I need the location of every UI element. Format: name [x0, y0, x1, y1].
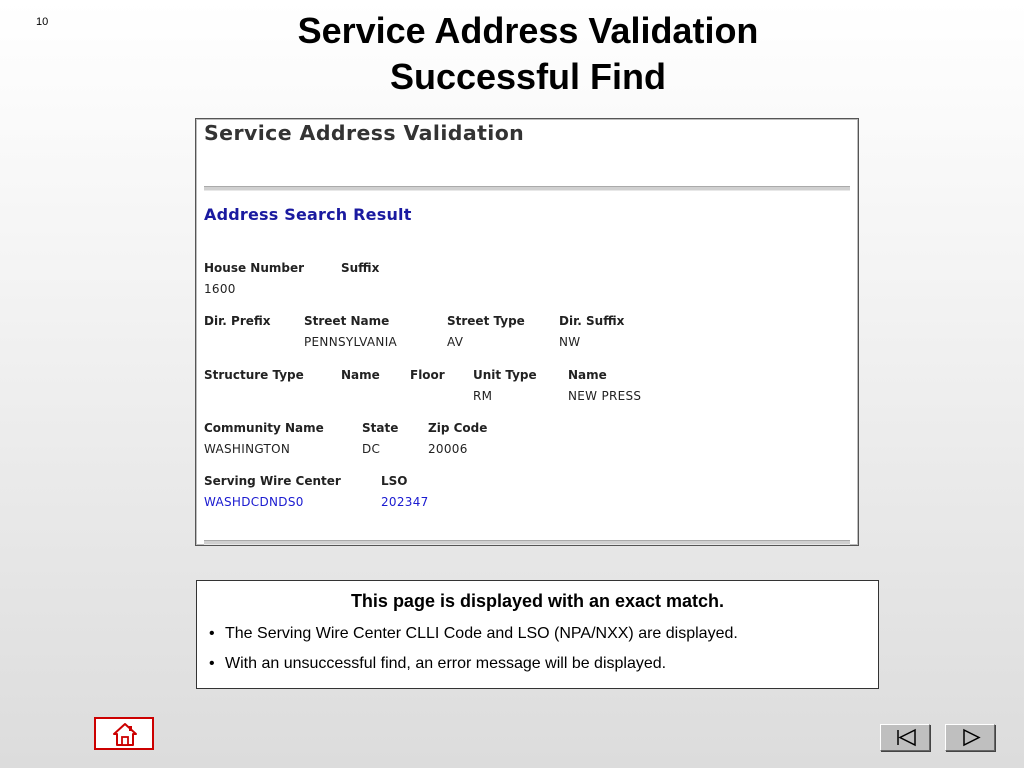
value-street-name: PENNSYLVANIA: [304, 335, 398, 349]
home-button[interactable]: [94, 717, 154, 750]
label-structure-type: Structure Type: [204, 368, 304, 382]
previous-slide-button[interactable]: [880, 724, 930, 751]
skip-back-icon: [897, 728, 916, 747]
label-zip-code: Zip Code: [428, 421, 488, 435]
value-community-name: WASHINGTON: [204, 442, 291, 456]
home-icon: [113, 723, 137, 746]
bullet-dot: •: [209, 625, 215, 642]
label-state: State: [362, 421, 399, 435]
note-bullet-text: The Serving Wire Center CLLI Code and LS…: [225, 625, 738, 642]
label-unit-type: Unit Type: [473, 368, 537, 382]
value-serving-wire-center[interactable]: WASHDCDNDS0: [204, 495, 304, 509]
label-serving-wire-center: Serving Wire Center: [204, 474, 341, 488]
label-house-number: House Number: [204, 261, 305, 275]
note-box: This page is displayed with an exact mat…: [196, 580, 879, 689]
label-unit-name: Name: [568, 368, 607, 382]
value-state: DC: [362, 442, 381, 456]
label-street-name: Street Name: [304, 314, 390, 328]
value-lso[interactable]: 202347: [381, 495, 429, 509]
note-bullet: • The Serving Wire Center CLLI Code and L…: [209, 625, 738, 643]
play-forward-icon: [963, 728, 981, 747]
slide-title-line-1: Service Address Validation: [297, 10, 759, 51]
bullet-dot: •: [209, 655, 215, 672]
value-zip-code: 20006: [428, 442, 468, 456]
bottom-divider: [204, 540, 850, 545]
page-number: 10: [36, 16, 49, 28]
note-heading: This page is displayed with an exact mat…: [350, 591, 725, 611]
section-title: Address Search Result: [204, 205, 412, 224]
label-floor: Floor: [410, 368, 445, 382]
note-bullet-text: With an unsuccessful find, an error mess…: [225, 655, 667, 672]
value-house-number: 1600: [204, 282, 236, 296]
value-unit-name: NEW PRESS: [568, 389, 642, 403]
label-dir-prefix: Dir. Prefix: [204, 314, 271, 328]
label-lso: LSO: [381, 474, 408, 488]
label-community-name: Community Name: [204, 421, 324, 435]
app-title: Service Address Validation: [204, 121, 525, 145]
label-suffix: Suffix: [341, 261, 380, 275]
top-divider: [204, 186, 850, 191]
label-structure-name: Name: [341, 368, 380, 382]
value-dir-suffix: NW: [559, 335, 581, 349]
label-dir-suffix: Dir. Suffix: [559, 314, 625, 328]
slide-title-line-2: Successful Find: [389, 56, 667, 97]
address-validation-screenshot: Service Address Validation Address Searc…: [195, 118, 859, 546]
value-street-type: AV: [447, 335, 464, 349]
value-unit-type: RM: [473, 389, 493, 403]
note-bullet: • With an unsuccessful find, an error mes…: [209, 655, 666, 673]
next-slide-button[interactable]: [945, 724, 995, 751]
label-street-type: Street Type: [447, 314, 525, 328]
